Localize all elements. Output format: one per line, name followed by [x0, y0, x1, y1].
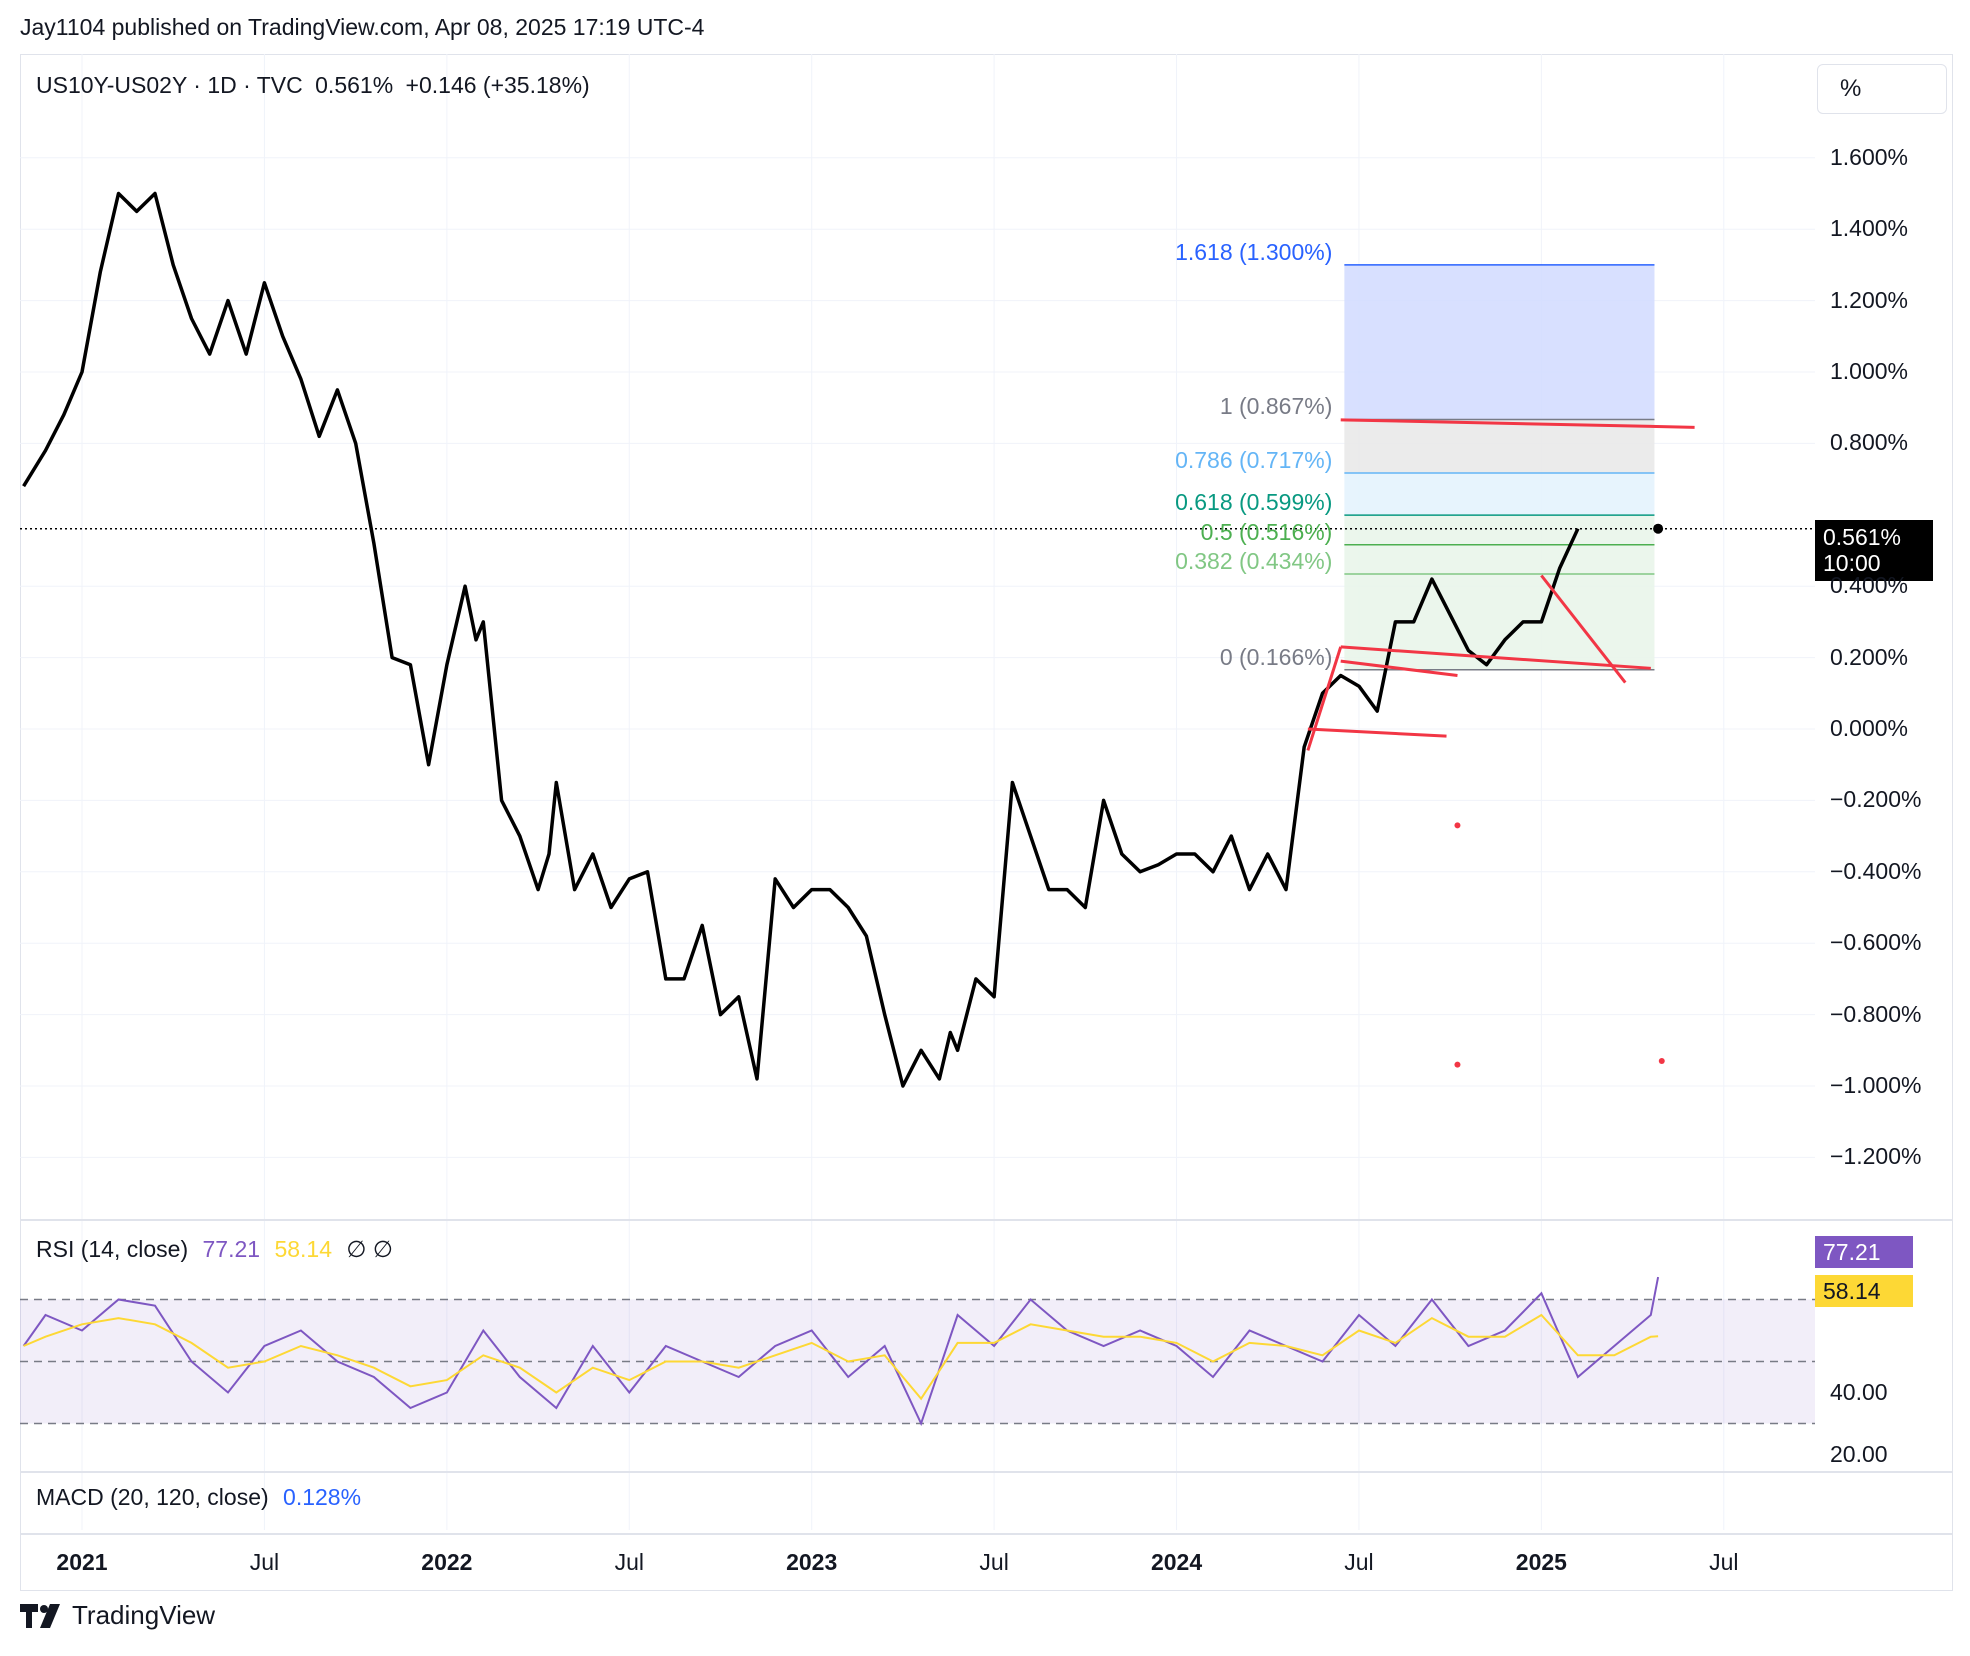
x-tick-label: 2023: [786, 1549, 838, 1575]
y-tick-label: 1.400%: [1830, 215, 1909, 242]
x-tick-label: Jul: [1344, 1549, 1374, 1575]
y-tick-label: 1.200%: [1830, 286, 1909, 313]
fib-level-label: 0.5 (0.516%): [1200, 518, 1333, 545]
rsi-value: 77.21: [202, 1236, 261, 1262]
rsi-flags: ∅ ∅: [346, 1236, 393, 1262]
fib-level-label: 1.618 (1.300%): [1175, 238, 1333, 265]
x-tick-label: Jul: [614, 1549, 644, 1575]
fib-level-label: 0.786 (0.717%): [1175, 447, 1333, 474]
y-tick-label: 0.400%: [1830, 572, 1909, 599]
y-tick-label: 0.800%: [1830, 429, 1909, 456]
y-tick-label: −0.800%: [1830, 1000, 1922, 1027]
rsi-tick-label: 20.00: [1830, 1440, 1888, 1467]
x-tick-label: Jul: [249, 1549, 280, 1575]
x-tick-label: 2025: [1515, 1549, 1567, 1575]
rsi-tick-label: 40.00: [1830, 1378, 1888, 1405]
fib-zone: [1344, 574, 1655, 670]
fib-level-label: 0.382 (0.434%): [1175, 548, 1333, 575]
fib-zone: [1344, 473, 1655, 516]
percent-scale-button[interactable]: %: [1817, 64, 1947, 114]
marker-dot: [1454, 1061, 1461, 1068]
fib-zone: [1344, 264, 1655, 420]
marker-dot: [1658, 1058, 1665, 1065]
fib-zone: [1344, 419, 1655, 474]
symbol-name[interactable]: US10Y-US02Y · 1D · TVC: [36, 72, 303, 98]
y-tick-label: −1.200%: [1830, 1143, 1922, 1170]
y-tick-label: −1.000%: [1830, 1072, 1922, 1098]
x-tick-label: 2022: [421, 1549, 473, 1575]
y-tick-label: 0.000%: [1830, 715, 1909, 741]
rsi-value-badge: 77.21: [1815, 1236, 1913, 1268]
y-tick-label: −0.400%: [1830, 857, 1922, 884]
last-price-badge-value: 0.561%: [1823, 524, 1902, 550]
rsi-legend[interactable]: RSI (14, close) 77.21 58.14 ∅ ∅: [36, 1236, 393, 1263]
tradingview-logo[interactable]: TradingView: [20, 1600, 215, 1631]
rsi-label: RSI (14, close): [36, 1236, 189, 1262]
macd-legend[interactable]: MACD (20, 120, close) 0.128%: [36, 1484, 361, 1511]
change-value: +0.146 (+35.18%): [405, 72, 590, 98]
y-tick-label: 1.600%: [1830, 143, 1909, 170]
fib-level-label: 0.618 (0.599%): [1175, 489, 1333, 516]
rsi-ma-badge: 58.14: [1815, 1275, 1913, 1307]
x-tick-label: 2024: [1150, 1549, 1203, 1575]
symbol-legend[interactable]: US10Y-US02Y · 1D · TVC 0.561% +0.146 (+3…: [36, 72, 596, 99]
macd-value: 0.128%: [283, 1484, 362, 1510]
y-tick-label: −0.600%: [1830, 929, 1922, 956]
tradingview-logo-icon: [20, 1603, 60, 1628]
macd-label: MACD (20, 120, close): [36, 1484, 269, 1510]
last-value: 0.561%: [315, 72, 394, 98]
x-tick-label: 2021: [56, 1549, 108, 1575]
fib-zone: [1344, 544, 1655, 575]
y-tick-label: 0.200%: [1830, 643, 1909, 670]
fib-level-label: 0 (0.166%): [1219, 643, 1333, 670]
chart-canvas[interactable]: [0, 0, 1970, 1656]
brand-name: TradingView: [72, 1600, 216, 1630]
marker-dot: [1454, 822, 1461, 829]
rsi-ma-value: 58.14: [274, 1236, 333, 1262]
y-tick-label: −0.200%: [1830, 786, 1922, 813]
fib-zone: [1344, 515, 1655, 545]
x-tick-label: Jul: [979, 1549, 1009, 1575]
y-tick-label: 1.000%: [1830, 358, 1909, 384]
trendline[interactable]: [1307, 727, 1447, 738]
x-tick-label: Jul: [1709, 1549, 1739, 1575]
fib-level-label: 1 (0.867%): [1219, 393, 1333, 420]
